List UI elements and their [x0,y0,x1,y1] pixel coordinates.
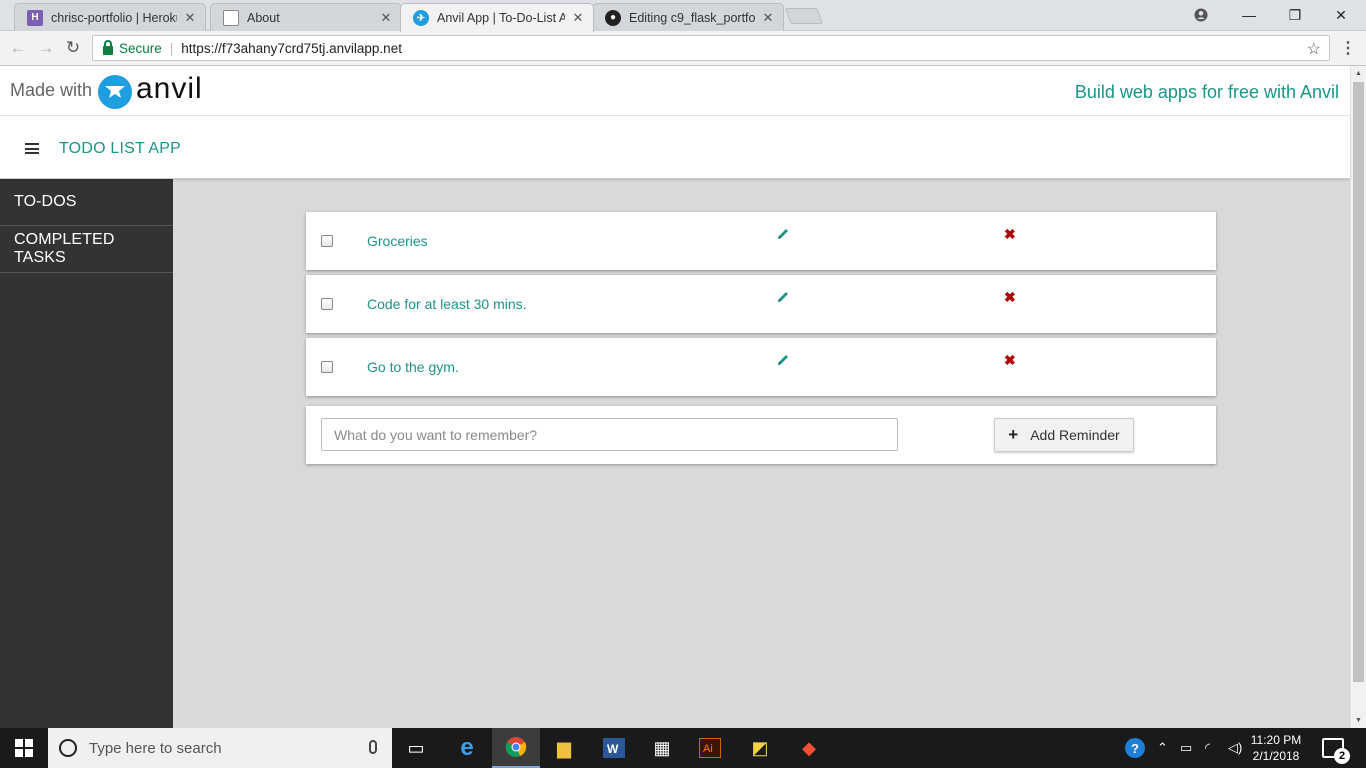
reminder-input[interactable] [321,418,898,451]
tab-title: chrisc-portfolio | Heroku [51,10,177,25]
add-reminder-button[interactable]: + Add Reminder [994,418,1134,452]
pencil-icon[interactable] [776,353,790,367]
file-explorer-icon[interactable]: ▆ [540,728,588,768]
chrome-icon[interactable] [492,728,540,768]
pencil-icon[interactable] [776,227,790,241]
restore-button[interactable]: ❐ [1272,0,1318,30]
forward-icon[interactable]: → [35,37,57,59]
word-icon[interactable]: W [590,728,638,768]
tab-title: About [247,10,280,25]
svg-text:Ai: Ai [703,743,713,755]
reload-icon[interactable]: ↻ [62,37,84,59]
sidebar: TO-DOS COMPLETED TASKS [0,179,173,728]
todo-item: Groceries ✖ [306,212,1216,270]
page-icon [223,9,239,26]
scroll-up-icon[interactable]: ▲ [1355,70,1362,77]
delete-x-icon[interactable]: ✖ [1004,352,1016,368]
browser-tab-strip: H chrisc-portfolio | Heroku ✕ About ✕ ✈ … [0,0,1366,32]
svg-text:?: ? [1131,741,1139,756]
plus-icon: + [1008,425,1019,444]
help-icon[interactable]: ? [1124,728,1146,768]
search-placeholder: Type here to search [89,739,222,757]
windows-taskbar: Type here to search ▭ e ▆ W ▦ Ai ◩ ◆ ? ⌃… [0,728,1366,768]
task-view-icon[interactable]: ▭ [392,728,440,768]
url-bar[interactable]: Secure | https://f73ahany7crd75tj.anvila… [92,35,1330,61]
main-content: Groceries ✖ Code for at least 30 mins. ✖… [173,179,1350,728]
github-icon: ● [605,9,621,26]
clock-date: 2/1/2018 [1252,749,1300,763]
close-tab-icon[interactable]: ✕ [571,10,585,26]
pencil-icon[interactable] [776,290,790,304]
todo-checkbox[interactable] [321,361,333,373]
add-reminder-card: + Add Reminder [306,406,1216,464]
sidebar-item-label: TO-DOS [14,193,77,210]
windows-start-icon[interactable] [0,728,48,768]
todo-checkbox[interactable] [321,235,333,247]
tab-title: Anvil App | To-Do-List Ap [437,11,565,25]
close-tab-icon[interactable]: ✕ [379,10,393,26]
browser-tab-anvil[interactable]: ✈ Anvil App | To-Do-List Ap ✕ [400,3,594,32]
microphone-icon[interactable] [369,740,377,754]
profile-icon[interactable] [1178,0,1224,30]
close-tab-icon[interactable]: ✕ [183,10,197,26]
new-tab-button[interactable] [785,8,823,24]
close-tab-icon[interactable]: ✕ [761,10,775,26]
edge-browser-icon[interactable]: e [443,728,491,768]
browser-tab-github[interactable]: ● Editing c9_flask_portfolio ✕ [592,3,784,31]
sidebar-item-todos[interactable]: TO-DOS [0,179,173,226]
scroll-down-icon[interactable]: ▼ [1355,717,1362,724]
page-scrollbar[interactable]: ▲ ▼ [1350,66,1366,728]
illustrator-icon[interactable]: Ai [686,728,734,768]
bookmark-star-icon[interactable]: ☆ [1307,39,1321,59]
delete-x-icon[interactable]: ✖ [1004,226,1016,242]
wifi-icon[interactable]: ◜ [1205,728,1210,768]
app-title: TODO LIST APP [59,140,182,157]
system-clock[interactable]: 11:20 PM 2/1/2018 [1246,732,1306,764]
todo-item: Go to the gym. ✖ [306,338,1216,396]
hamburger-menu-icon[interactable] [25,143,39,154]
sidebar-item-completed-tasks[interactable]: COMPLETED TASKS [0,226,173,273]
svg-text:W: W [607,742,619,756]
show-hidden-icons-icon[interactable]: ⌃ [1157,728,1168,768]
action-center-icon[interactable]: 2 [1322,738,1350,764]
scrollbar-thumb[interactable] [1353,82,1364,682]
browser-tab-heroku[interactable]: H chrisc-portfolio | Heroku ✕ [14,3,206,31]
close-window-button[interactable]: ✕ [1318,0,1364,30]
volume-icon[interactable]: ◁) [1228,728,1242,768]
todo-text: Code for at least 30 mins. [367,296,527,312]
todo-text: Go to the gym. [367,359,459,375]
sidebar-item-label: COMPLETED TASKS [14,231,115,266]
lock-icon [103,39,113,55]
secure-label: Secure [119,40,162,56]
delete-x-icon[interactable]: ✖ [1004,289,1016,305]
todo-text: Groceries [367,233,428,249]
made-with-label: Made with [10,80,93,100]
todo-item: Code for at least 30 mins. ✖ [306,275,1216,333]
git-icon[interactable]: ◆ [785,728,833,768]
battery-icon[interactable]: ▭ [1180,728,1192,768]
anvil-icon: ✈ [413,10,429,26]
clock-time: 11:20 PM [1250,733,1302,747]
tab-title: Editing c9_flask_portfolio [629,10,755,25]
build-web-apps-link[interactable]: Build web apps for free with Anvil [1075,82,1339,103]
heroku-icon: H [27,9,43,26]
app-header: TODO LIST APP [0,117,1350,179]
taskbar-search-box[interactable]: Type here to search [48,728,392,768]
todo-checkbox[interactable] [321,298,333,310]
back-icon[interactable]: ← [7,37,29,59]
anvil-banner: Made with anvil Build web apps for free … [0,66,1350,116]
url-text: https://f73ahany7crd75tj.anvilapp.net [181,40,402,56]
notification-count: 2 [1334,748,1350,764]
add-reminder-label: Add Reminder [1030,427,1120,443]
cortana-icon [59,739,77,757]
anvil-logo-icon[interactable] [98,75,132,109]
divider: | [169,40,174,56]
minimize-button[interactable]: — [1226,0,1272,30]
address-bar-row: ← → ↻ Secure | https://f73ahany7crd75tj.… [0,31,1366,66]
calculator-icon[interactable]: ▦ [638,728,686,768]
browser-menu-icon[interactable]: ⋮ [1340,38,1356,58]
anvil-wordmark[interactable]: anvil [136,72,203,106]
browser-tab-about[interactable]: About ✕ [210,3,402,31]
python-icon[interactable]: ◩ [736,728,784,768]
